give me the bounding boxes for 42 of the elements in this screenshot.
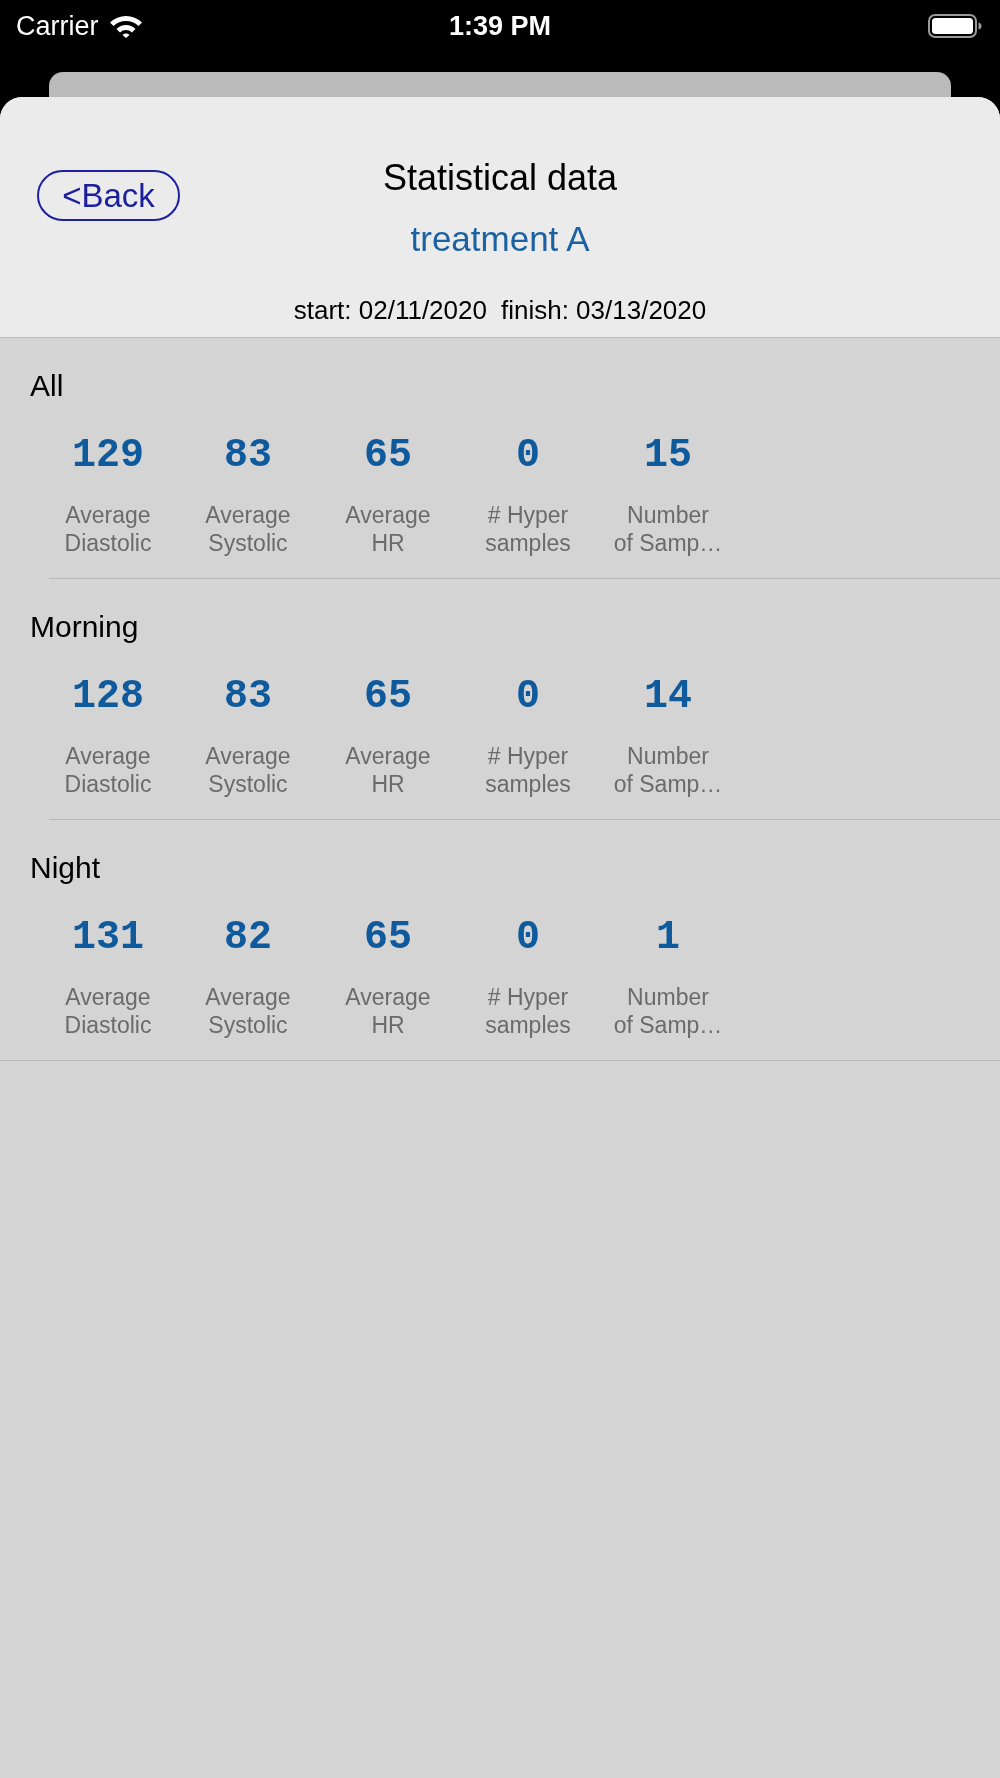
stat-label: Average Systolic	[205, 742, 291, 798]
stat-value: 83	[224, 432, 272, 480]
stat-value: 15	[644, 432, 692, 480]
finish-date: finish: 03/13/2020	[500, 295, 707, 325]
section-title: Morning	[30, 609, 139, 645]
stat-value: 82	[224, 914, 272, 962]
stat-value: 0	[516, 432, 540, 480]
stat-value: 65	[364, 673, 412, 721]
stat-label: Number of Samp…	[613, 501, 723, 557]
stat-value: 1	[656, 914, 680, 962]
stat-label: Number of Samp…	[613, 742, 723, 798]
stat-label: Average HR	[345, 742, 431, 798]
stat-value: 129	[72, 432, 144, 480]
stat-label: Average HR	[345, 501, 431, 557]
section-title: All	[30, 368, 64, 404]
stat-label: # Hyper samples	[485, 501, 571, 557]
stat-value: 65	[364, 432, 412, 480]
section-title: Night	[30, 850, 101, 886]
stat-label: Average Diastolic	[64, 501, 152, 557]
stat-label: Average Diastolic	[64, 983, 152, 1039]
stat-value: 0	[516, 673, 540, 721]
stat-value: 14	[644, 673, 692, 721]
stat-label: Number of Samp…	[613, 983, 723, 1039]
stat-value: 83	[224, 673, 272, 721]
start-date: start: 02/11/2020	[293, 295, 487, 325]
page-title: Statistical data	[382, 157, 618, 199]
stat-label: Average Systolic	[205, 501, 291, 557]
stat-value: 128	[72, 673, 144, 721]
stat-label: Average Diastolic	[64, 742, 152, 798]
stat-value: 131	[72, 914, 144, 962]
carrier-label: Carrier	[16, 10, 99, 42]
stat-label: Average Systolic	[205, 983, 291, 1039]
back-button[interactable]: <Back	[37, 170, 180, 221]
stat-label: Average HR	[345, 983, 431, 1039]
wifi-icon	[108, 14, 143, 38]
treatment-name: treatment A	[410, 219, 590, 259]
stat-value: 0	[516, 914, 540, 962]
stat-label: # Hyper samples	[485, 983, 571, 1039]
stat-value: 65	[364, 914, 412, 962]
status-time: 1:39 PM	[448, 10, 551, 42]
stat-label: # Hyper samples	[485, 742, 571, 798]
battery-icon	[928, 14, 982, 38]
